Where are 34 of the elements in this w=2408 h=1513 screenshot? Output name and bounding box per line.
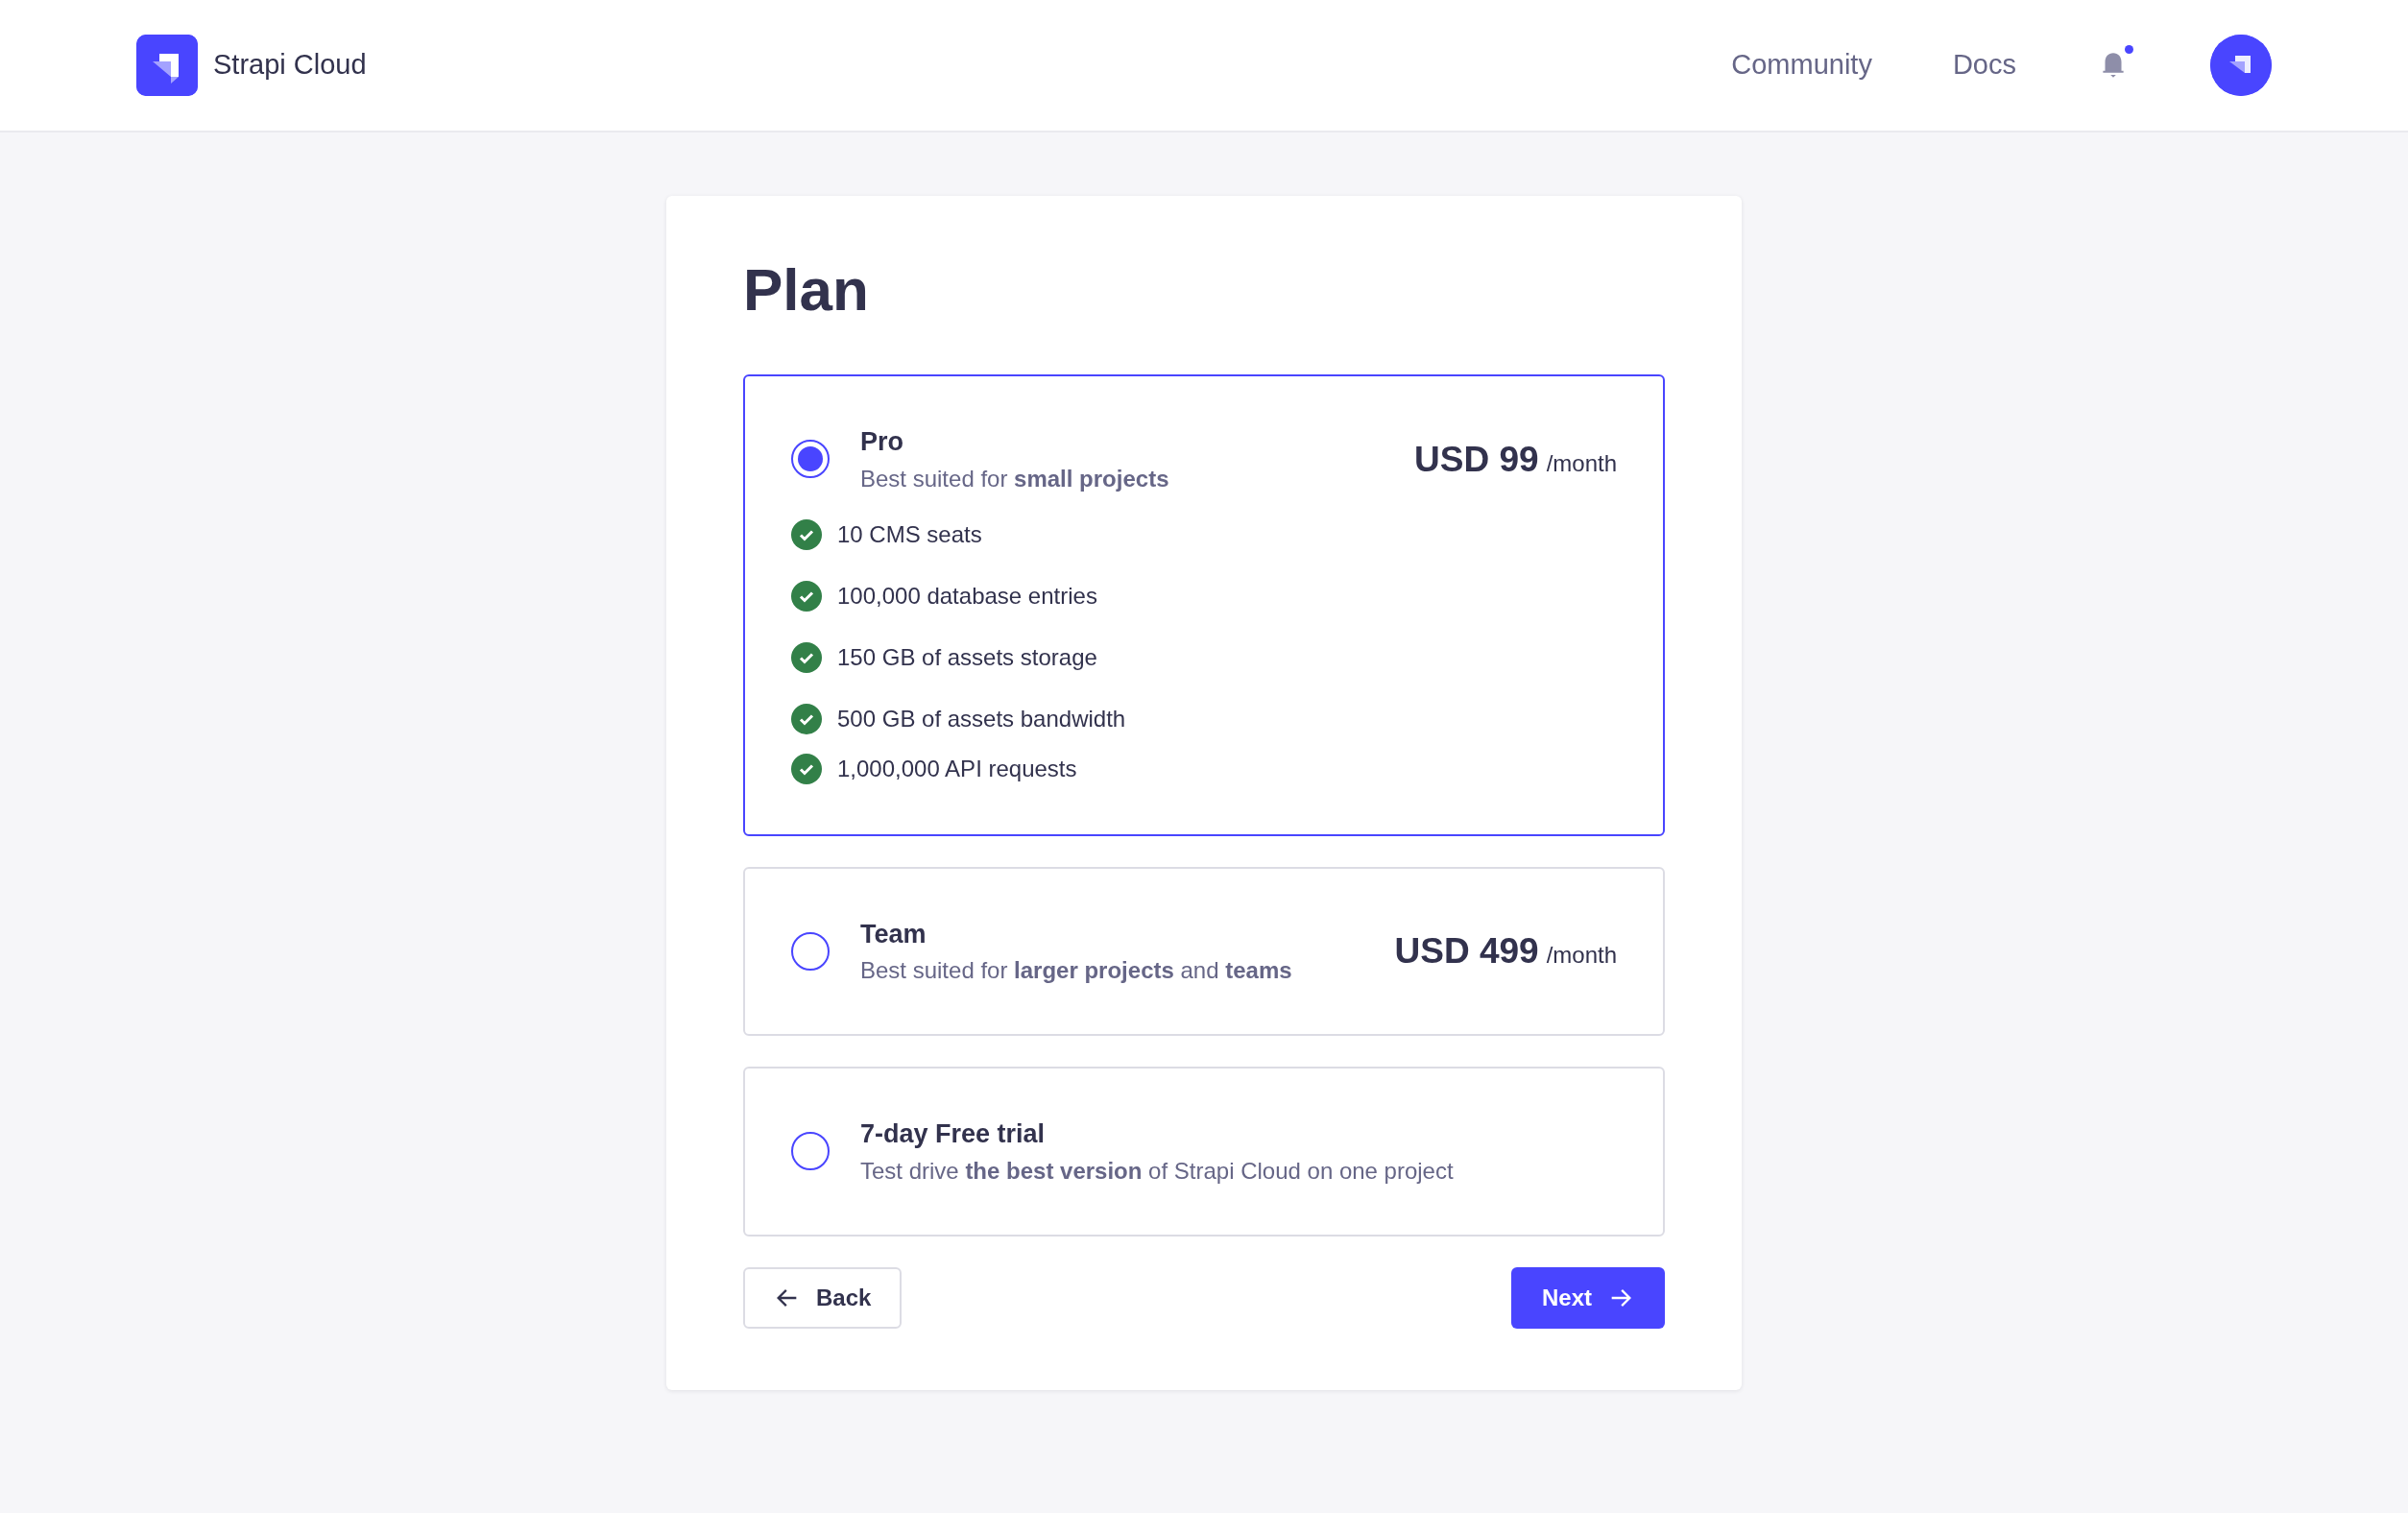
feature-text: 100,000 database entries — [837, 581, 1097, 611]
radio-button[interactable] — [791, 440, 830, 479]
check-icon — [791, 641, 822, 673]
feature-text: 1,000,000 API requests — [837, 754, 1077, 783]
radio-button[interactable] — [791, 931, 830, 971]
plan-card[interactable]: Team Best suited for larger projects and teams USD 499 /month — [743, 866, 1665, 1037]
page-title: Plan — [743, 257, 870, 324]
price-period: /month — [1546, 941, 1617, 971]
feature-text: 10 CMS seats — [837, 519, 982, 549]
plan-card[interactable]: 7-day Free trial Test drive the best version of Strapi Cloud on one project — [743, 1067, 1665, 1237]
check-icon — [791, 518, 822, 550]
plan-description: Best suited for small projects — [860, 464, 1170, 493]
nav-link[interactable]: Docs — [1952, 44, 2016, 86]
check-icon — [791, 580, 822, 612]
plan-name: 7-day Free trial — [860, 1118, 1047, 1151]
back-button[interactable]: Back — [743, 1266, 903, 1329]
nav-link[interactable]: Community — [1731, 44, 1872, 86]
brand-name: Strapi Cloud — [213, 48, 367, 83]
logo-icon[interactable] — [136, 35, 198, 96]
radio-button[interactable] — [791, 1132, 830, 1171]
next-button[interactable]: Next — [1510, 1266, 1665, 1329]
plan-name: Pro — [860, 426, 904, 459]
check-icon — [791, 753, 822, 784]
check-icon — [791, 703, 822, 734]
avatar[interactable] — [2210, 35, 2272, 96]
plan-description: Best suited for larger projects and teams — [860, 956, 1293, 986]
price-period: /month — [1546, 448, 1617, 478]
plan-price: USD 99 — [1414, 438, 1539, 481]
feature-text: 500 GB of assets bandwidth — [837, 704, 1126, 733]
plan-name: Team — [860, 918, 927, 950]
plan-card[interactable]: Pro Best suited for small projects USD 99 /month 10 CMS seats 100,000 database entries 150 GB of assets storage 500 GB of assets bandwidth 1,000,000 API requests — [743, 374, 1665, 836]
feature-text: 150 GB of assets storage — [837, 642, 1097, 672]
plan-price: USD 499 — [1394, 930, 1539, 973]
plan-description: Test drive the best version of Strapi Cloud on one project — [860, 1156, 1455, 1186]
